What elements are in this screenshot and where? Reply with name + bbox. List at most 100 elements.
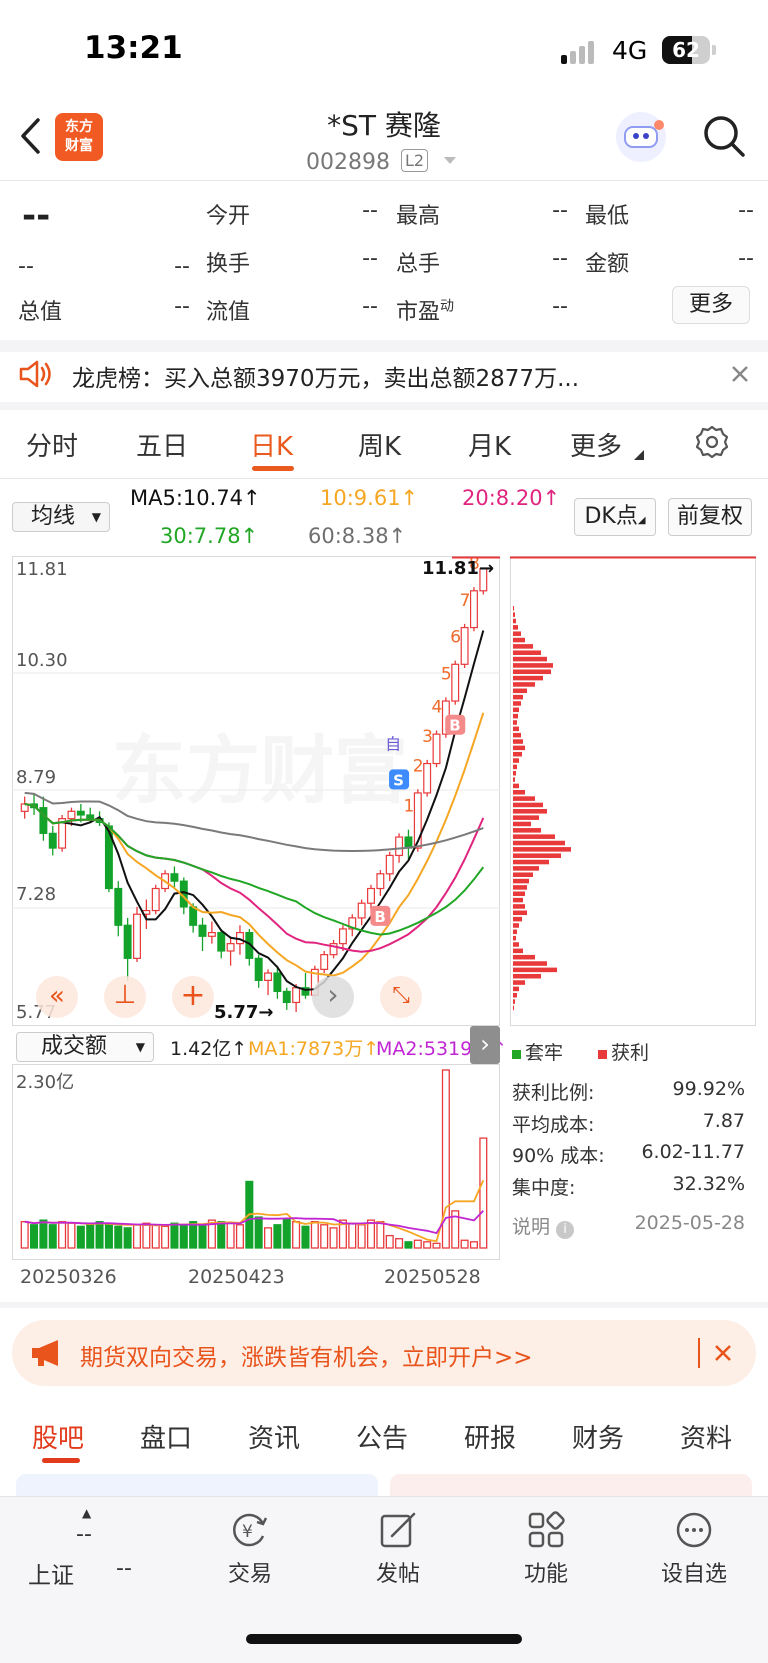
kline-chart[interactable]: 东方财富 123456789SBB自 <box>12 556 500 1026</box>
watchlist-icon[interactable] <box>674 1510 714 1550</box>
zoom-in-button[interactable]: + <box>172 976 214 1018</box>
low-label: 最低 <box>585 204 630 229</box>
tab-monthly-k[interactable]: 月K <box>468 426 511 463</box>
signal-number-tag: 7 <box>460 591 471 611</box>
level2-badge[interactable]: L2 <box>401 149 429 172</box>
tab-daily-k[interactable]: 日K <box>250 426 293 463</box>
note-link[interactable]: 说明 i <box>512 1212 575 1239</box>
ma-selector[interactable]: 均线 ▼ <box>12 502 110 532</box>
svg-text:¥: ¥ <box>242 1522 253 1542</box>
chip-bar <box>513 612 515 617</box>
close-notice-icon[interactable] <box>729 363 751 385</box>
chip-bar <box>513 745 525 751</box>
candle-body <box>264 972 273 981</box>
close-ad-icon[interactable] <box>712 1342 734 1364</box>
signal-number-tag: 1 <box>403 797 414 817</box>
tab-more[interactable]: 更多 <box>570 426 622 463</box>
chip-distribution-chart[interactable] <box>510 556 756 1026</box>
y-tick-3: 8.79 <box>16 767 57 788</box>
tab-order-book[interactable]: 盘口 <box>140 1418 192 1455</box>
legend-profit-label: 获利 <box>611 1042 650 1064</box>
candle-body <box>460 626 469 665</box>
chip-bar <box>513 853 561 858</box>
chip-frame <box>510 556 756 1026</box>
tab-news[interactable]: 资讯 <box>248 1418 300 1455</box>
chip-bar <box>513 644 533 649</box>
chip-bar <box>513 758 519 763</box>
volume-bar <box>282 1217 291 1249</box>
candle-body <box>338 928 347 945</box>
volume-chart[interactable] <box>12 1064 500 1260</box>
candle-body <box>48 832 57 849</box>
volume-bar <box>30 1224 39 1249</box>
volume-bar <box>189 1221 198 1249</box>
turnover-value: -- <box>362 246 378 271</box>
mktcap-value: -- <box>174 294 190 319</box>
chip-bar <box>513 878 529 884</box>
volume-bar <box>217 1221 226 1249</box>
tab-intraday[interactable]: 分时 <box>26 426 78 463</box>
tab-profile[interactable]: 资料 <box>680 1418 732 1455</box>
ad-text[interactable]: 期货双向交易，涨跌皆有机会，立即开户>> <box>80 1338 533 1372</box>
volume-bar <box>310 1221 319 1249</box>
logo-line-2: 财富 <box>65 138 93 154</box>
chip-bar <box>513 739 523 744</box>
nav-trade[interactable]: 交易 <box>220 1556 280 1588</box>
float-label: 流值 <box>206 300 251 325</box>
settings-gear-icon[interactable] <box>694 424 730 460</box>
tab-announcements[interactable]: 公告 <box>356 1418 408 1455</box>
battery-icon: 62 <box>662 36 710 64</box>
candle-body <box>76 810 85 816</box>
tab-weekly-k[interactable]: 周K <box>358 426 401 463</box>
chip-bar <box>513 713 518 719</box>
more-quote-button[interactable]: 更多 <box>672 286 750 324</box>
post-icon[interactable] <box>378 1510 418 1550</box>
chip-bar <box>513 720 517 725</box>
dragon-tiger-notice[interactable]: 龙虎榜：买入总额3970万元，卖出总额2877万... <box>72 359 579 393</box>
volume-expand-button[interactable]: › <box>470 1026 500 1064</box>
price-change: -- <box>18 254 34 279</box>
fullscreen-button[interactable]: ⤡ <box>380 976 422 1018</box>
chip-bar <box>513 669 551 675</box>
tab-guba[interactable]: 股吧 <box>32 1418 84 1455</box>
chip-bar <box>513 859 549 865</box>
nav-add-watchlist[interactable]: 设自选 <box>654 1556 734 1588</box>
volume-bar <box>264 1227 273 1249</box>
forward-adjust-button[interactable]: 前复权 <box>668 498 752 536</box>
low-value: -- <box>738 198 754 223</box>
search-icon[interactable] <box>702 114 746 158</box>
tab-finance[interactable]: 财务 <box>572 1418 624 1455</box>
chip-bar <box>513 701 521 706</box>
nav-function[interactable]: 功能 <box>516 1556 576 1588</box>
pe-sup: 动 <box>440 298 455 315</box>
chip-bar <box>513 910 527 916</box>
tab-research[interactable]: 研报 <box>464 1418 516 1455</box>
tab-five-day[interactable]: 五日 <box>136 426 188 463</box>
dk-point-button[interactable]: DK点◢ <box>574 498 656 536</box>
nav-post[interactable]: 发帖 <box>368 1556 428 1588</box>
robot-assistant-icon[interactable] <box>616 112 666 162</box>
section-divider <box>0 402 768 410</box>
speaker-icon <box>19 360 51 388</box>
chip-bar <box>513 935 516 941</box>
volume-indicator-selector[interactable]: 成交额 ▼ <box>16 1032 154 1062</box>
code-dropdown-icon[interactable] <box>442 154 458 166</box>
chip-bar <box>513 618 516 624</box>
trade-icon[interactable]: ¥ <box>230 1510 270 1550</box>
candle-body <box>423 762 432 794</box>
volume-bar <box>254 1216 263 1249</box>
function-grid-icon[interactable] <box>526 1510 566 1550</box>
back-arrow-icon[interactable] <box>18 116 44 156</box>
volume-bar <box>273 1224 282 1249</box>
scroll-left-button[interactable]: « <box>36 976 78 1018</box>
index-name[interactable]: 上证 <box>28 1556 74 1590</box>
candle-body <box>207 932 216 937</box>
x-tick-2: 20250423 <box>188 1266 285 1288</box>
legend-profit: 获利 <box>598 1038 649 1065</box>
chip-bar <box>513 650 541 655</box>
scroll-right-button[interactable]: › <box>312 976 354 1018</box>
crosshair-button[interactable]: ⊥ <box>104 976 146 1018</box>
candle-body <box>451 663 460 702</box>
chip-bar <box>513 751 522 757</box>
dk-point-label: DK点 <box>584 504 638 529</box>
